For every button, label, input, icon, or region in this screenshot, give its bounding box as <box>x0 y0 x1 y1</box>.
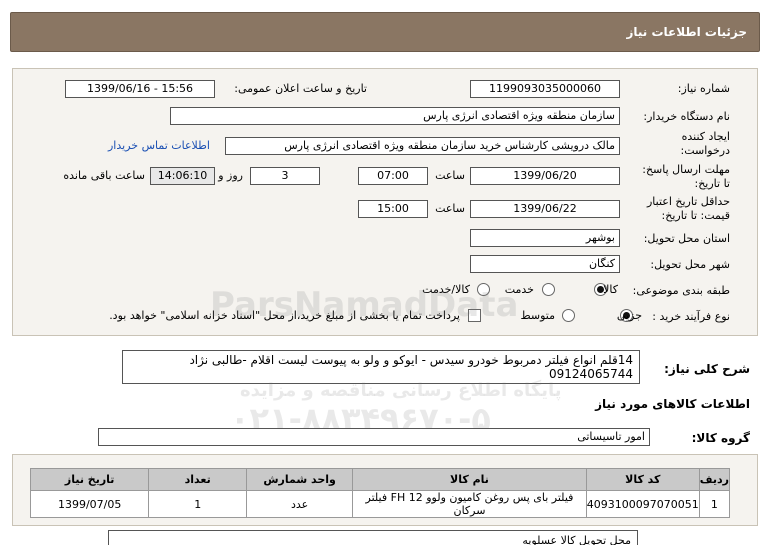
need-number-field: 1199093035000060 <box>470 80 620 98</box>
validity-label-1: حداقل تاریخ اعتبار <box>646 195 730 208</box>
creator-field: مالک درویشی کارشناس خرید سازمان منطقه وی… <box>225 137 620 155</box>
validity-time-field: 15:00 <box>358 200 428 218</box>
page-header: جزئیات اطلاعات نیاز <box>10 12 760 52</box>
buyer-contact-link[interactable]: اطلاعات تماس خریدار <box>108 139 210 152</box>
deadline-date-field: 1399/06/20 <box>470 167 620 185</box>
treasury-payment-note: پرداخت تمام یا بخشی از مبلغ خرید،از محل … <box>109 309 460 322</box>
cell-code: 4093100097070051 <box>585 490 700 518</box>
validity-time-label: ساعت <box>435 202 465 215</box>
goods-section-title: اطلاعات کالاهای مورد نیاز <box>595 397 750 411</box>
purchase-radio-medium[interactable] <box>562 309 575 322</box>
col-row: ردیف <box>698 468 731 491</box>
category-option-goods-service: کالا/خدمت <box>422 283 470 296</box>
cell-date: 1399/07/05 <box>29 490 150 518</box>
cell-quantity: 1 <box>148 490 248 518</box>
buyer-org-field: سازمان منطقه ویژه اقتصادی انرژی پارس <box>170 107 620 125</box>
purchase-option-medium: متوسط <box>520 309 555 322</box>
deadline-time-field: 07:00 <box>358 167 428 185</box>
goods-table: ردیف کد کالا نام کالا واحد شمارش تعداد ت… <box>29 468 731 518</box>
remaining-time-label: ساعت باقی مانده <box>63 169 145 182</box>
category-option-service: خدمت <box>504 283 534 296</box>
delivery-note: محل تحویل کالا عسلویه <box>522 534 631 545</box>
category-radio-goods-service[interactable] <box>477 283 490 296</box>
col-code: کد کالا <box>585 468 700 491</box>
city-label: شهر محل تحویل: <box>650 258 730 271</box>
cell-unit: عدد <box>246 490 354 518</box>
remaining-time-field: 14:06:10 <box>150 167 215 185</box>
deadline-time-label: ساعت <box>435 169 465 182</box>
page-title: جزئیات اطلاعات نیاز <box>626 25 747 39</box>
col-quantity: تعداد <box>148 468 248 491</box>
category-option-goods: کالا <box>603 283 618 296</box>
days-label: روز و <box>218 169 243 182</box>
description-box: 14قلم انواع فیلتر دمربوط خودرو سیدس - ای… <box>122 350 640 384</box>
buyer-org-label: نام دستگاه خریدار: <box>643 110 730 123</box>
category-label: طبقه بندی موضوعی: <box>632 284 730 297</box>
table-row[interactable]: 1 4093100097070051 فیلتر بای پس روغن کام… <box>29 490 731 518</box>
need-number-label: شماره نیاز: <box>677 82 730 95</box>
cell-row: 1 <box>698 490 731 518</box>
announce-date-label: تاریخ و ساعت اعلان عمومی: <box>234 82 367 95</box>
purchase-option-minor: جزیی <box>616 309 642 322</box>
description-label: شرح کلی نیاز: <box>664 362 750 376</box>
remaining-days-field: 3 <box>250 167 320 185</box>
cell-name: فیلتر بای پس روغن کامیون ولوو FH 12 فیلت… <box>352 490 587 518</box>
goods-table-header: ردیف کد کالا نام کالا واحد شمارش تعداد ت… <box>29 468 731 491</box>
col-name: نام کالا <box>352 468 587 491</box>
description-text: 14قلم انواع فیلتر دمربوط خودرو سیدس - ای… <box>189 353 633 381</box>
validity-label-2: قیمت: تا تاریخ: <box>661 209 730 222</box>
province-field: بوشهر <box>470 229 620 247</box>
creator-label-1: ایجاد کننده <box>681 130 730 143</box>
announce-date-field: 1399/06/16 - 15:56 <box>65 80 215 98</box>
category-radio-service[interactable] <box>542 283 555 296</box>
creator-label-2: درخواست: <box>680 144 730 157</box>
col-unit: واحد شمارش <box>246 468 354 491</box>
validity-date-field: 1399/06/22 <box>470 200 620 218</box>
deadline-label-1: مهلت ارسال پاسخ: <box>642 163 730 176</box>
delivery-note-box: محل تحویل کالا عسلویه <box>108 530 638 545</box>
deadline-label-2: تا تاریخ: <box>694 177 730 190</box>
goods-group-field: امور تاسیساتی <box>98 428 650 446</box>
city-field: کنگان <box>470 255 620 273</box>
province-label: استان محل تحویل: <box>643 232 730 245</box>
treasury-payment-checkbox[interactable] <box>468 309 481 322</box>
col-date: تاریخ نیاز <box>29 468 150 491</box>
purchase-type-label: نوع فرآیند خرید : <box>652 310 730 323</box>
goods-group-label: گروه کالا: <box>691 431 750 445</box>
